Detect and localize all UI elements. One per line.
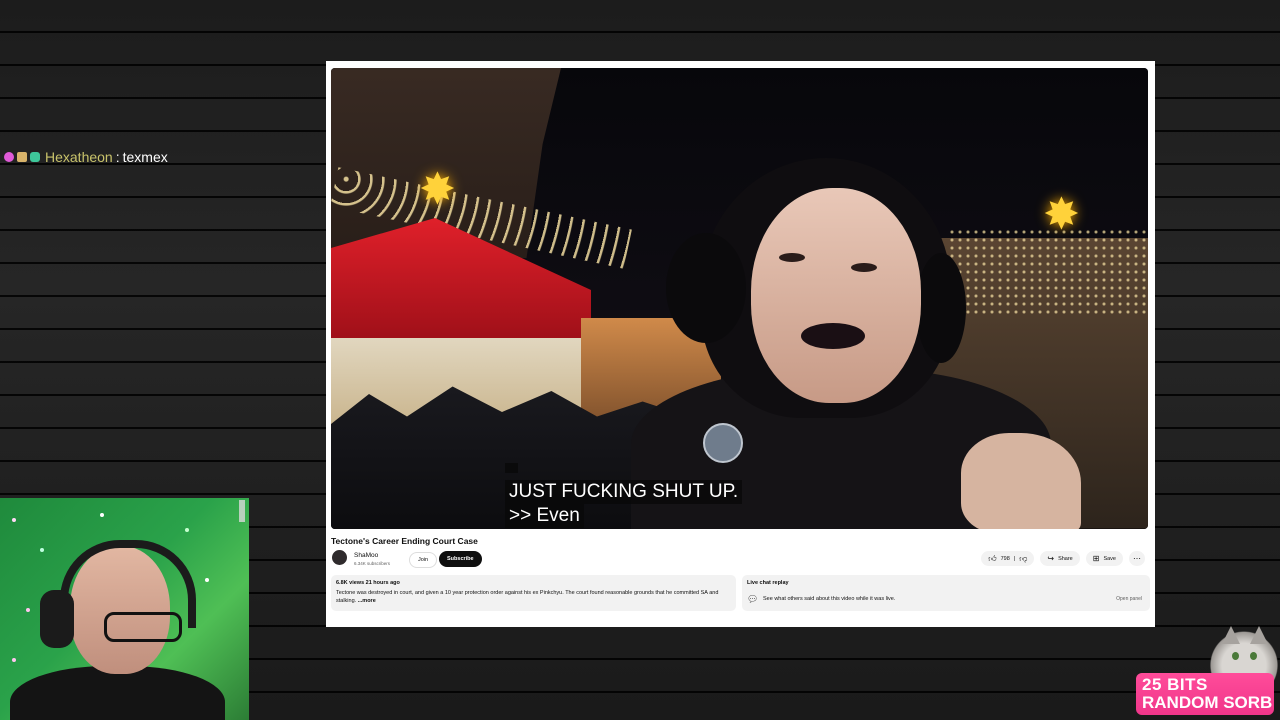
thumbs-up-icon[interactable]: 👍︎: [988, 554, 996, 564]
open-panel-button[interactable]: Open panel: [1116, 596, 1142, 602]
earmuff: [666, 233, 746, 343]
more-icon: ⋯: [1133, 554, 1141, 563]
cat-ear: [1250, 626, 1268, 644]
captions: JUST FUCKING SHUT UP. >> Even: [505, 456, 885, 528]
divider: |: [1013, 555, 1016, 562]
cat-eye: [1232, 652, 1239, 660]
live-chat-title: Live chat replay: [747, 580, 789, 586]
bits-badge-icon: [17, 152, 27, 162]
save-button[interactable]: ⊞ Save: [1085, 551, 1123, 566]
chat-username: Hexatheon: [45, 149, 113, 165]
bits-alert: 25 BITS RANDOM SORB: [1136, 673, 1274, 715]
star-lantern-icon: ✸: [419, 165, 456, 214]
description-box[interactable]: 6.8K views 21 hours ago Tectone was dest…: [331, 575, 736, 611]
alert-bits-amount: 25 BITS: [1142, 675, 1208, 694]
chat-separator: :: [115, 149, 120, 165]
cursor-artifact: [239, 500, 245, 522]
person-shirt: [10, 666, 225, 720]
more-link[interactable]: ...more: [356, 598, 376, 604]
fairy-light: [12, 658, 16, 662]
chat-bubble-icon: 💬︎: [747, 594, 759, 604]
subscribe-button[interactable]: Subscribe: [439, 551, 482, 567]
person-face: [751, 188, 921, 403]
description-text: Tectone was destroyed in court, and give…: [336, 589, 721, 605]
video-title: Tectone's Career Ending Court Case: [331, 536, 478, 546]
eye: [851, 263, 877, 272]
fairy-light: [100, 513, 104, 517]
cat-ear: [1222, 626, 1240, 644]
caption-cut-line: [505, 463, 519, 473]
join-button[interactable]: Join: [409, 552, 438, 568]
share-icon: ↪: [1047, 554, 1055, 563]
save-icon: ⊞: [1092, 554, 1100, 563]
fairy-light: [26, 608, 30, 612]
browser-window: ✸ ✸ JUST FUCKING SHUT UP. >> Even Tecton…: [326, 61, 1155, 627]
cat-eye: [1250, 652, 1257, 660]
description-body: Tectone was destroyed in court, and give…: [336, 590, 719, 604]
save-label: Save: [1103, 555, 1116, 562]
fairy-light: [40, 548, 44, 552]
share-label: Share: [1058, 555, 1073, 562]
string-lights-2: [948, 228, 1148, 318]
more-actions-button[interactable]: ⋯: [1129, 551, 1145, 566]
earmuff: [916, 253, 966, 363]
caption-line-1: JUST FUCKING SHUT UP.: [505, 480, 743, 504]
lips: [801, 323, 865, 349]
share-button[interactable]: ↪ Share: [1040, 551, 1080, 566]
fairy-light: [205, 578, 209, 582]
comments-header-cutoff: [331, 622, 333, 627]
star-lantern-icon: ✸: [1043, 190, 1080, 239]
hand: [961, 433, 1081, 529]
live-chat-text: See what others said about this video wh…: [763, 596, 896, 602]
video-actions: 👍︎ 798 | 👎︎ ↪ Share ⊞ Save ⋯: [981, 551, 1145, 566]
chat-text: texmex: [122, 149, 168, 165]
like-count: 798: [1000, 555, 1010, 562]
live-chat-replay[interactable]: Live chat replay 💬︎ See what others said…: [742, 575, 1150, 611]
channel-avatar[interactable]: [332, 550, 347, 565]
like-dislike-pill: 👍︎ 798 | 👎︎: [981, 551, 1035, 566]
eye: [779, 253, 805, 262]
caption-line-2: >> Even: [505, 504, 584, 528]
webcam-feed: [0, 498, 249, 720]
subscriber-badge-icon: [30, 152, 40, 162]
headset-earcup: [40, 590, 74, 648]
chat-message: Hexatheon: texmex: [4, 148, 168, 166]
glasses: [104, 612, 182, 642]
fairy-light: [12, 518, 16, 522]
subscriber-count: 6.34K subscribers: [354, 561, 391, 566]
channel-name[interactable]: ShaMoo: [354, 552, 378, 559]
fairy-light: [185, 528, 189, 532]
thumbs-down-icon[interactable]: 👎︎: [1019, 554, 1027, 564]
heart-badge-icon: [4, 152, 14, 162]
video-player[interactable]: ✸ ✸ JUST FUCKING SHUT UP. >> Even: [331, 68, 1148, 529]
view-count-date: 6.8K views 21 hours ago: [336, 580, 400, 586]
alert-username: RANDOM SORB: [1142, 693, 1273, 712]
